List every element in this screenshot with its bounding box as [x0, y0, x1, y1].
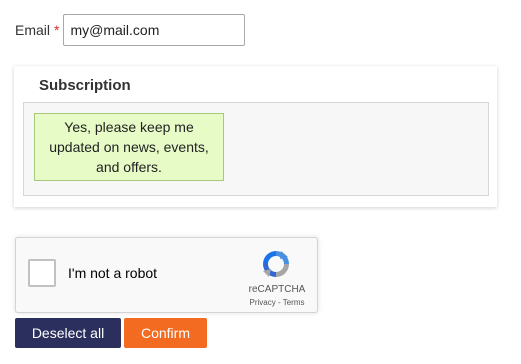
subscription-option-label: Yes, please keep me updated on news, eve… [49, 119, 209, 175]
recaptcha-brand: reCAPTCHA [248, 284, 306, 295]
recaptcha-widget: I'm not a robot reCAPTCHA Privacy - Term… [15, 237, 318, 313]
recaptcha-label: I'm not a robot [68, 265, 158, 281]
subscription-option-newsletter[interactable]: Yes, please keep me updated on news, eve… [34, 113, 224, 181]
terms-link[interactable]: Terms [283, 298, 305, 307]
email-row: Email * [15, 14, 246, 46]
recaptcha-links: Privacy - Terms [244, 298, 310, 307]
email-field[interactable] [63, 14, 246, 46]
link-separator: - [275, 298, 283, 307]
confirm-button[interactable]: Confirm [124, 318, 207, 348]
email-label: Email [15, 22, 51, 38]
deselect-all-button[interactable]: Deselect all [15, 318, 121, 348]
subscription-options-area: Yes, please keep me updated on news, eve… [23, 102, 489, 196]
required-marker: * [54, 22, 60, 38]
recaptcha-checkbox[interactable] [28, 259, 56, 287]
recaptcha-logo-icon [263, 251, 289, 277]
subscription-title: Subscription [39, 77, 131, 94]
subscription-panel: Subscription Yes, please keep me updated… [14, 66, 497, 207]
privacy-link[interactable]: Privacy [250, 298, 276, 307]
